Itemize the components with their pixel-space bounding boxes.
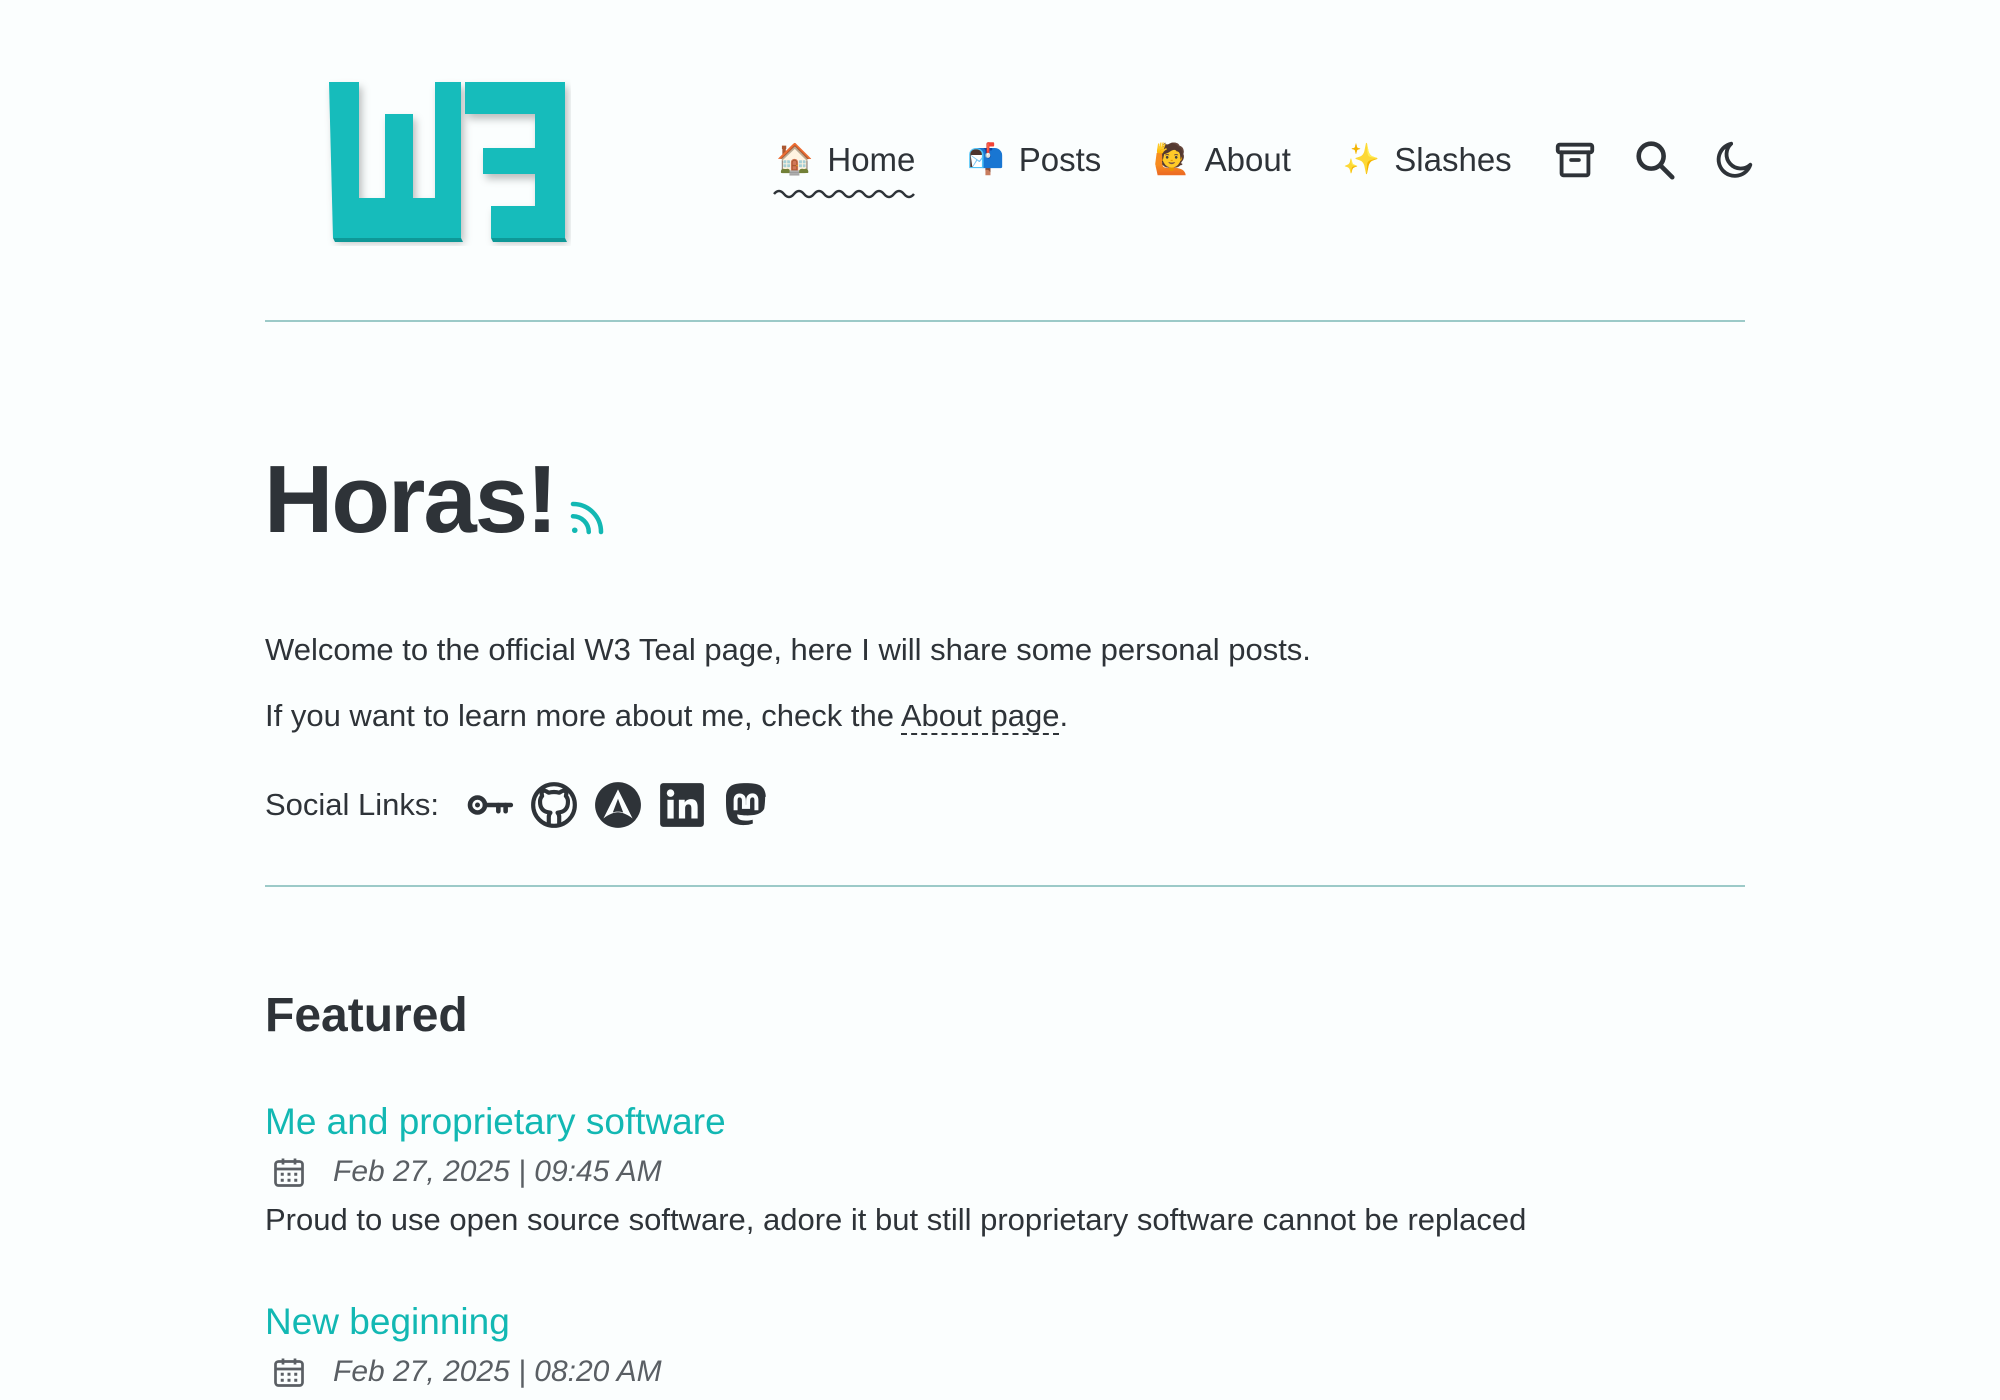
- calendar-icon: [274, 1358, 304, 1387]
- nav-about[interactable]: 🙋 About: [1153, 141, 1291, 179]
- nav-home[interactable]: 🏠 Home: [773, 141, 916, 199]
- sparkles-emoji-icon: ✨: [1342, 143, 1381, 176]
- post-date: Feb 27, 2025 | 08:20 AM: [333, 1355, 662, 1388]
- intro-2-prefix: If you want to learn more about me, chec…: [265, 698, 901, 733]
- key-icon[interactable]: [465, 780, 515, 830]
- post-title-link[interactable]: Me and proprietary software: [265, 1098, 1526, 1146]
- nav-slashes[interactable]: ✨ Slashes: [1343, 141, 1512, 179]
- hero-divider: [265, 885, 1745, 887]
- moon-icon[interactable]: [1712, 137, 1758, 183]
- nav-slashes-label: Slashes: [1394, 141, 1512, 178]
- intro-paragraph-1: Welcome to the official W3 Teal page, he…: [265, 632, 1311, 667]
- page: 🏠 Home 📬 Posts 🙋 About ✨ Slashes Horas! …: [0, 0, 2000, 1400]
- rss-icon[interactable]: [566, 497, 608, 539]
- nav-home-label: Home: [827, 141, 916, 178]
- linkedin-icon[interactable]: [657, 780, 707, 830]
- social-links: Social Links:: [265, 780, 785, 830]
- nav-about-label: About: [1204, 141, 1291, 178]
- calendar-icon: [274, 1158, 304, 1187]
- hero-title-text: Horas!: [264, 446, 558, 553]
- house-emoji-icon: 🏠: [776, 143, 814, 176]
- nav-posts[interactable]: 📬 Posts: [967, 141, 1101, 179]
- active-underline: [773, 189, 915, 199]
- github-icon[interactable]: [529, 780, 579, 830]
- main-nav: 🏠 Home 📬 Posts 🙋 About ✨ Slashes: [773, 130, 1792, 199]
- post-meta: Feb 27, 2025 | 08:20 AM: [265, 1350, 662, 1394]
- person-raising-hand-emoji-icon: 🙋: [1153, 143, 1191, 176]
- search-icon[interactable]: [1632, 137, 1678, 183]
- header-divider: [265, 320, 1745, 322]
- archive-icon[interactable]: [1552, 137, 1598, 183]
- post-meta: Feb 27, 2025 | 09:45 AM: [265, 1150, 1526, 1194]
- post-title-link[interactable]: New beginning: [265, 1298, 662, 1346]
- nav-posts-label: Posts: [1018, 141, 1102, 178]
- mastodon-icon[interactable]: [721, 780, 771, 830]
- about-page-link[interactable]: About page: [900, 698, 1060, 735]
- w3-logo[interactable]: [323, 78, 571, 246]
- hero-title: Horas!: [264, 445, 608, 555]
- post-date: Feb 27, 2025 | 09:45 AM: [333, 1155, 662, 1188]
- post-description: Proud to use open source software, adore…: [265, 1202, 1527, 1237]
- featured-heading: Featured: [265, 989, 468, 1042]
- arch-icon[interactable]: [593, 780, 643, 830]
- intro-2-suffix: .: [1059, 698, 1069, 733]
- mailbox-emoji-icon: 📬: [967, 143, 1005, 176]
- featured-post: Me and proprietary software Feb 27, 2025…: [265, 1098, 1526, 1242]
- intro-paragraph-2: If you want to learn more about me, chec…: [265, 698, 1069, 735]
- featured-post: New beginning Feb 27, 2025 | 08:20 AM: [265, 1298, 662, 1394]
- social-links-label: Social Links:: [265, 787, 440, 822]
